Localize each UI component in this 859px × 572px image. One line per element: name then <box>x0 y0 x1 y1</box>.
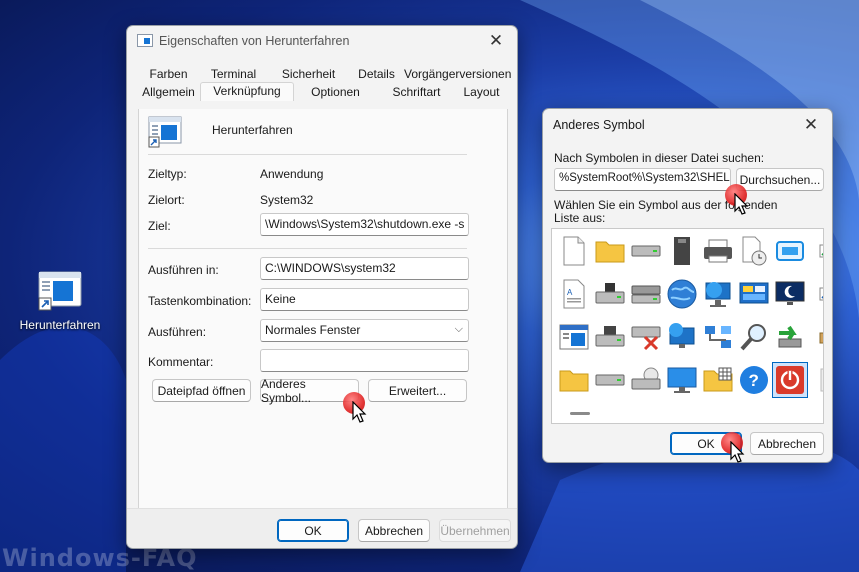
ausfuehren-select-value: Normales Fenster <box>265 323 361 337</box>
zieltyp-label: Zieltyp: <box>148 167 187 181</box>
tastenkombination-label: Tastenkombination: <box>148 294 252 308</box>
properties-close-icon[interactable]: ✕ <box>485 30 507 52</box>
hard-drive-icon[interactable] <box>592 362 628 398</box>
ok-button[interactable]: OK <box>277 519 349 542</box>
zielort-value: System32 <box>260 193 314 207</box>
network-computer-icon[interactable] <box>664 319 700 355</box>
tab-row-bottom: Allgemein Verknüpfung Optionen Schriftar… <box>138 82 508 101</box>
properties-window: Eigenschaften von Herunterfahren ✕ Farbe… <box>126 25 518 549</box>
shortcut-tab-panel: Herunterfahren Zieltyp: Anwendung Zielor… <box>138 109 508 510</box>
recent-document-icon[interactable] <box>736 233 772 269</box>
tab-sicherheit[interactable]: Sicherheit <box>268 66 350 83</box>
shortcut-arrow-icon[interactable] <box>808 233 823 269</box>
change-icon-titlebar: Anderes Symbol ✕ <box>543 109 832 141</box>
ausfuehren-label: Ausführen: <box>148 325 207 339</box>
zieltyp-value: Anwendung <box>260 167 324 181</box>
magnifier-icon[interactable] <box>736 319 772 355</box>
text-document-icon[interactable]: A <box>556 276 592 312</box>
cd-drive-icon[interactable] <box>628 362 664 398</box>
recycle-icon[interactable] <box>772 319 808 355</box>
tab-terminal[interactable]: Terminal <box>200 66 268 83</box>
shortcut-name: Herunterfahren <box>212 123 293 137</box>
folder-grid-icon[interactable] <box>700 362 736 398</box>
tab-farben[interactable]: Farben <box>138 66 200 83</box>
ausfuehren-select[interactable]: Normales Fenster ⌵ <box>260 319 469 342</box>
click-marker <box>721 432 750 467</box>
svg-text:A: A <box>567 288 573 297</box>
network-globe-icon[interactable] <box>700 276 736 312</box>
tab-verknuepfung[interactable]: Verknüpfung <box>200 82 294 101</box>
disconnected-drive-icon[interactable] <box>628 319 664 355</box>
network-connections-icon[interactable] <box>700 319 736 355</box>
removable-drive-icon[interactable] <box>628 276 664 312</box>
tab-details[interactable]: Details <box>350 66 404 83</box>
chevron-down-icon: ⌵ <box>454 323 463 335</box>
properties-titlebar: Eigenschaften von Herunterfahren ✕ <box>127 26 517 56</box>
monitor-icon[interactable] <box>664 362 700 398</box>
shortcut-icon <box>148 116 182 148</box>
tastenkombination-input[interactable]: Keine <box>260 288 469 311</box>
folder-open-icon[interactable] <box>556 362 592 398</box>
ausfuehren-in-input[interactable]: C:\WINDOWS\system32 <box>260 257 469 280</box>
globe-icon[interactable] <box>664 276 700 312</box>
kommentar-input[interactable] <box>260 349 469 372</box>
desktop-shortcut-label: Herunterfahren <box>19 318 101 332</box>
ziel-label: Ziel: <box>148 219 171 233</box>
power-icon[interactable] <box>772 362 808 398</box>
separator <box>148 154 467 155</box>
window-title-icon <box>137 34 153 47</box>
change-icon-dialog: Anderes Symbol ✕ Nach Symbolen in dieser… <box>542 108 833 463</box>
search-label: Nach Symbolen in dieser Datei suchen: <box>554 151 765 165</box>
tab-vorgaengerversionen[interactable]: Vorgängerversionen <box>404 66 511 83</box>
uebernehmen-button[interactable]: Übernehmen <box>439 519 511 542</box>
svg-text:?: ? <box>749 371 759 390</box>
drive-icon[interactable] <box>628 233 664 269</box>
change-icon-title: Anderes Symbol <box>553 118 645 132</box>
durchsuchen-button[interactable]: Durchsuchen... <box>736 168 824 191</box>
folder-icon[interactable] <box>592 233 628 269</box>
separator <box>148 248 467 249</box>
help-icon[interactable]: ? <box>736 362 772 398</box>
printer-icon[interactable] <box>700 233 736 269</box>
tab-layout[interactable]: Layout <box>456 84 508 101</box>
change-icon-close-icon[interactable]: ✕ <box>800 114 822 136</box>
document-icon[interactable] <box>556 233 592 269</box>
chip-icon[interactable] <box>664 233 700 269</box>
desktop-shortcut-herunterfahren[interactable]: Herunterfahren <box>14 270 106 332</box>
sleep-monitor-icon[interactable] <box>772 276 808 312</box>
tab-allgemein[interactable]: Allgemein <box>138 84 200 101</box>
icon-list[interactable]: A ? <box>551 228 824 424</box>
erweitert-button[interactable]: Erweitert... <box>368 379 467 402</box>
application-window-icon[interactable] <box>556 319 592 355</box>
tab-optionen[interactable]: Optionen <box>294 84 378 101</box>
package-icon[interactable] <box>808 319 823 355</box>
horizontal-scrollbar[interactable] <box>570 412 590 415</box>
tab-row-top: Farben Terminal Sicherheit Details Vorgä… <box>138 66 511 83</box>
disk-drive-icon[interactable] <box>592 319 628 355</box>
partial-icon[interactable] <box>808 362 823 398</box>
tab-schriftart[interactable]: Schriftart <box>378 84 456 101</box>
shortcut-overlay-icon[interactable] <box>808 276 823 312</box>
properties-footer: OK Abbrechen Übernehmen <box>127 508 517 548</box>
ziel-input[interactable]: \Windows\System32\shutdown.exe -s -t 00 <box>260 213 469 236</box>
icon-file-input[interactable]: %SystemRoot%\System32\SHELL32.dll <box>554 168 731 191</box>
abbrechen-button[interactable]: Abbrechen <box>358 519 430 542</box>
zielort-label: Zielort: <box>148 193 185 207</box>
ausfuehren-in-label: Ausführen in: <box>148 263 219 277</box>
control-panel-icon[interactable] <box>736 276 772 312</box>
click-marker <box>343 392 372 427</box>
shortcut-window-icon <box>37 270 83 314</box>
kommentar-label: Kommentar: <box>148 355 214 369</box>
dateipfad-oeffnen-button[interactable]: Dateipfad öffnen <box>152 379 251 402</box>
change-icon-abbrechen-button[interactable]: Abbrechen <box>750 432 824 455</box>
window-icon[interactable] <box>772 233 808 269</box>
click-marker <box>725 184 754 219</box>
floppy-drive-icon[interactable] <box>592 276 628 312</box>
properties-title: Eigenschaften von Herunterfahren <box>159 34 350 48</box>
